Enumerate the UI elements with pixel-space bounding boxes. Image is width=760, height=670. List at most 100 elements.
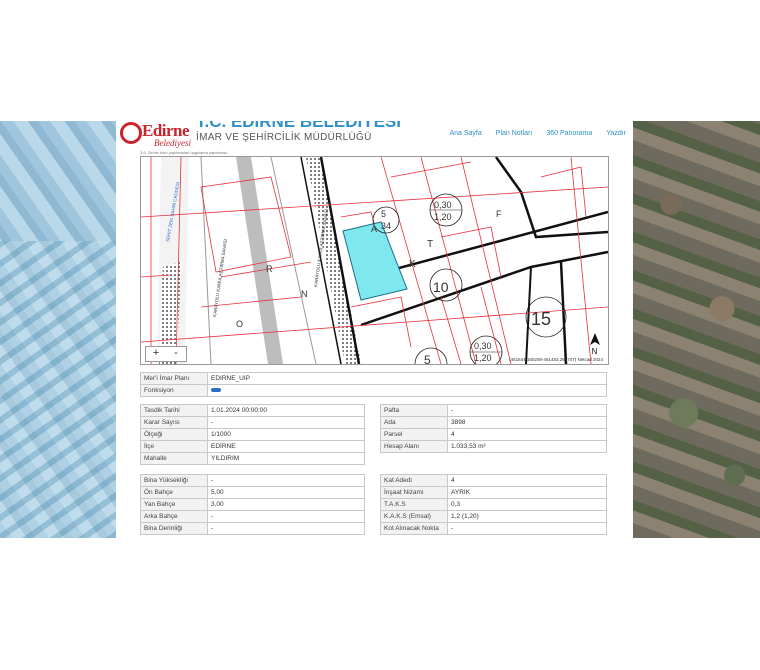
table-row: Mer'i İmar Planı EDIRNE_UIP xyxy=(140,372,607,385)
nav-print[interactable]: Yazdır xyxy=(606,130,626,137)
cell-value: 1.01.2024 00:00:00 xyxy=(207,404,365,417)
cell-label: Kot Alınacak Nokta xyxy=(380,522,448,535)
cell-value: YILDIRIM xyxy=(207,452,365,465)
table-row: Kot Alınacak Nokta - xyxy=(380,522,607,535)
map-label-a: A xyxy=(371,224,377,234)
map-label-circle2-top: 0,30 xyxy=(474,341,492,351)
north-arrow-icon: N xyxy=(588,333,602,356)
plan-note: 3.6. Zemin kotu yapılmadan uygulama yapı… xyxy=(140,150,229,155)
logo-emblem-icon xyxy=(120,122,142,144)
cell-label: Arka Bahçe xyxy=(140,510,208,523)
cell-value: 4 xyxy=(447,474,607,487)
cell-value: 4 xyxy=(447,428,607,441)
cell-value: 3898 xyxy=(447,416,607,429)
plan-info-table: Mer'i İmar Planı EDIRNE_UIP Fonksiyon xyxy=(140,372,607,397)
cell-value: 5,00 xyxy=(207,486,365,499)
table-row: İlçe EDİRNE xyxy=(140,440,365,453)
cell-label: Hesap Alanı xyxy=(380,440,448,453)
cell-label: Pafta xyxy=(380,404,448,417)
cell-value: - xyxy=(207,522,365,535)
nav-home[interactable]: Ana Sayfa xyxy=(449,130,481,137)
table-row: Ölçeği 1/1000 xyxy=(140,428,365,441)
cell-label: Ölçeği xyxy=(140,428,208,441)
map-label-r: R xyxy=(266,264,273,274)
map-label-t: T xyxy=(427,239,433,250)
approval-table: Tasdik Tarihi 1.01.2024 00:00:00 Karar Sa… xyxy=(140,404,365,465)
map-view[interactable]: SEHIT ZEKI SAHIN CADDESI KARAYOLU KAMULA… xyxy=(140,156,609,365)
cell-label: İlçe xyxy=(140,440,208,453)
table-row: Kat Adedi 4 xyxy=(380,474,607,487)
plan-value: EDIRNE_UIP xyxy=(207,372,607,385)
table-row: Karar Sayısı - xyxy=(140,416,365,429)
background-image-left xyxy=(0,121,116,538)
cell-value: 1/1000 xyxy=(207,428,365,441)
org-title: T.C. EDİRNE BELEDİYESİ xyxy=(196,121,401,131)
map-label-floor1: 10 xyxy=(433,279,449,295)
table-row: T.A.K.S 0,3 xyxy=(380,498,607,511)
map-label-parcel-a: 5 xyxy=(381,209,386,219)
map-label-parcel-a2: 34 xyxy=(381,221,391,231)
table-row: Bina Yüksekliği - xyxy=(140,474,365,487)
table-row: Parsel 4 xyxy=(380,428,607,441)
map-coordinates: (461644.160208-461483.260747) Netcad 202… xyxy=(509,357,603,362)
cell-label: Kat Adedi xyxy=(380,474,448,487)
cell-label: Bina Yüksekliği xyxy=(140,474,208,487)
cell-value: - xyxy=(447,404,607,417)
map-label-n: N xyxy=(301,289,308,299)
nav-360-panorama[interactable]: 360 Panorama xyxy=(546,130,592,137)
zoom-in-button[interactable]: + xyxy=(146,347,166,361)
function-label: Fonksiyon xyxy=(140,384,208,397)
cell-label: Karar Sayısı xyxy=(140,416,208,429)
cell-label: Bina Derinliği xyxy=(140,522,208,535)
cell-value: AYRIK xyxy=(447,486,607,499)
cell-value: 0,3 xyxy=(447,498,607,511)
parcel-table: Pafta - Ada 3898 Parsel 4 Hesap Alanı 1.033,… xyxy=(380,404,607,453)
cell-label: Ada xyxy=(380,416,448,429)
cell-value: 1,2 (1,20) xyxy=(447,510,607,523)
org-subtitle: İMAR VE ŞEHİRCİLİK MÜDÜRLÜĞÜ xyxy=(196,132,372,143)
cell-value: EDİRNE xyxy=(207,440,365,453)
cell-value: - xyxy=(207,416,365,429)
table-row: Fonksiyon xyxy=(140,384,607,397)
map-label-o: O xyxy=(236,319,243,329)
edirne-logo[interactable]: Edirne Belediyesi xyxy=(118,121,191,150)
map-drawing: SEHIT ZEKI SAHIN CADDESI KARAYOLU KAMULA… xyxy=(141,157,608,364)
map-zoom-control: + - xyxy=(145,346,187,362)
top-nav: Ana Sayfa Plan Notları 360 Panorama Yazd… xyxy=(449,130,626,137)
cell-value: - xyxy=(207,474,365,487)
map-label-floor2: 15 xyxy=(531,309,551,329)
building-table-right: Kat Adedi 4 İnşaat Nizamı AYRIK T.A.K.S 0,3… xyxy=(380,474,607,535)
background-image-right xyxy=(633,121,760,538)
cell-label: Tasdik Tarihi xyxy=(140,404,208,417)
function-color-badge xyxy=(211,388,221,393)
map-label-k: K xyxy=(409,259,416,270)
header: Edirne Belediyesi T.C. EDİRNE BELEDİYESİ… xyxy=(116,121,633,153)
cell-label: Mahalle xyxy=(140,452,208,465)
page-container: Edirne Belediyesi T.C. EDİRNE BELEDİYESİ… xyxy=(116,121,633,538)
plan-label: Mer'i İmar Planı xyxy=(140,372,208,385)
table-row: Mahalle YILDIRIM xyxy=(140,452,365,465)
table-row: Ada 3898 xyxy=(380,416,607,429)
map-label-floor3: 5 xyxy=(424,353,431,364)
table-row: K.A.K.S (Emsal) 1,2 (1,20) xyxy=(380,510,607,523)
building-table-left: Bina Yüksekliği - Ön Bahçe 5,00 Yan Bahçe 3… xyxy=(140,474,365,535)
cell-value: - xyxy=(447,522,607,535)
zoom-out-button[interactable]: - xyxy=(166,347,186,361)
nav-plan-notes[interactable]: Plan Notları xyxy=(496,130,533,137)
table-row: İnşaat Nizamı AYRIK xyxy=(380,486,607,499)
table-row: Arka Bahçe - xyxy=(140,510,365,523)
cell-label: İnşaat Nizamı xyxy=(380,486,448,499)
map-label-f: F xyxy=(496,209,502,219)
cell-label: T.A.K.S xyxy=(380,498,448,511)
table-row: Bina Derinliği - xyxy=(140,522,365,535)
cell-label: Ön Bahçe xyxy=(140,486,208,499)
map-label-circle1-top: 0,30 xyxy=(434,200,452,210)
north-label: N xyxy=(592,347,598,355)
logo-sub: Belediyesi xyxy=(154,138,191,148)
function-value xyxy=(207,384,607,397)
cell-value: - xyxy=(207,510,365,523)
map-label-circle1-bot: 1,20 xyxy=(434,212,452,222)
table-row: Hesap Alanı 1.033,53 m² xyxy=(380,440,607,453)
table-row: Ön Bahçe 5,00 xyxy=(140,486,365,499)
cell-value: 1.033,53 m² xyxy=(447,440,607,453)
